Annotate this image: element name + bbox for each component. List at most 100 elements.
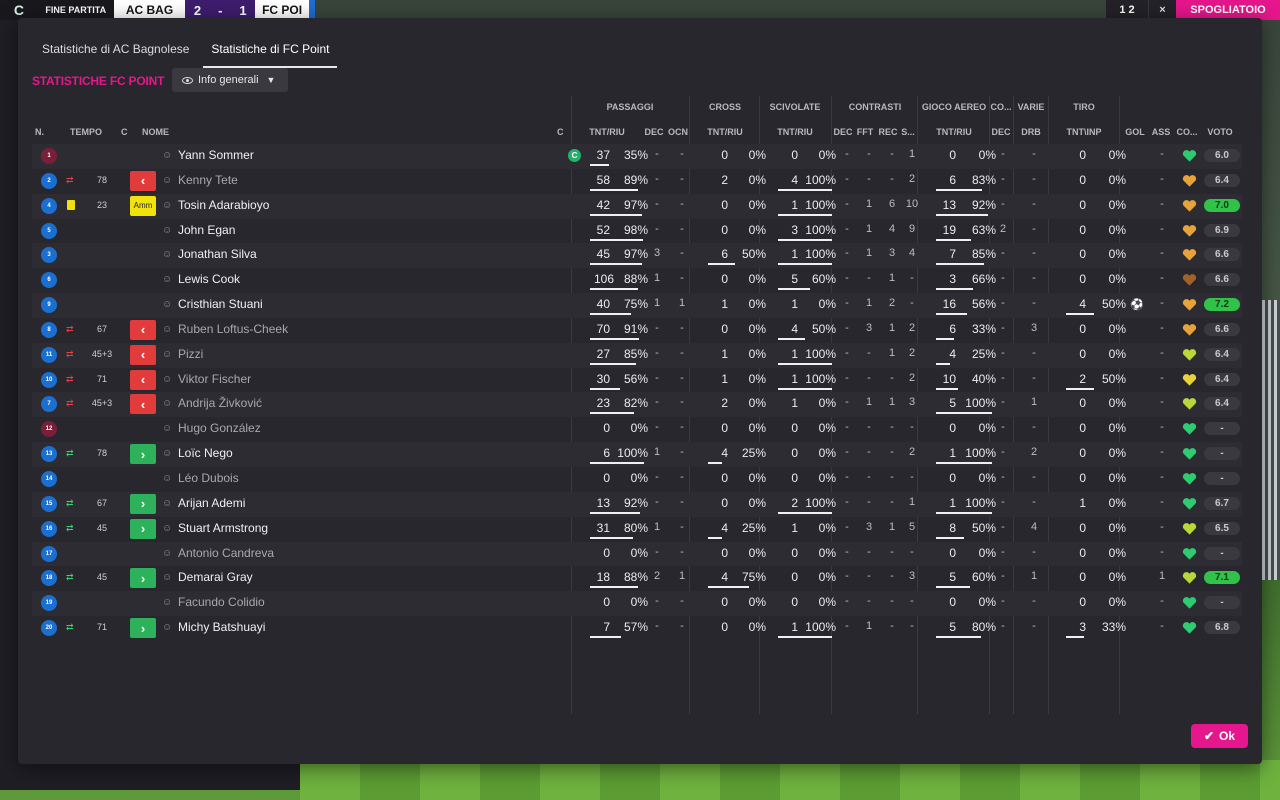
table-row[interactable]: 6 ☺ Lewis Cook 106 88% 1-0 0% 5 60% - -1-3 66% - -0 0%… [32,268,1242,293]
sub-in-chevron-icon[interactable]: › [130,493,156,514]
player-name[interactable]: Stuart Armstrong [178,521,268,535]
player-name[interactable]: Hugo González [178,421,261,435]
col-con-dec[interactable]: DEC [832,127,854,137]
col-number[interactable]: N. [35,127,44,137]
col-gol[interactable]: GOL [1122,127,1148,137]
person-icon: ☺ [162,249,173,261]
col-voto[interactable]: VOTO [1200,127,1240,137]
aerial-attempts: 8 [949,520,956,535]
col-time[interactable]: TEMPO [70,127,102,137]
tab-home-stats[interactable]: Statistiche di AC Bagnolese [34,40,197,68]
col-c[interactable]: C [121,127,128,137]
table-row[interactable]: 8 ⇄ 67 ‹ ☺ Ruben Loftus-Cheek 70 91% - -0 0% 4 50% -3… [32,318,1242,343]
player-name[interactable]: Facundo Colidio [178,595,265,609]
con-rec: - [890,148,894,160]
close-icon[interactable]: × [1148,0,1176,20]
table-row[interactable]: 15 ⇄ 67 › ☺ Arijan Ademi 13 92% - -0 0% 2 100% - - -1 1 1… [32,491,1242,517]
table-row[interactable]: 2 ⇄ 78 ‹ ☺ Kenny Tete 58 89% - -2 0% 4 100% - - -2 6 83% -… [32,169,1242,194]
col-drb[interactable]: DRB [1013,127,1049,137]
player-name[interactable]: Pizzi [178,347,203,361]
table-row[interactable]: 20 ⇄ 71 › ☺ Michy Batshuayi 7 57% - -0 0% 1 100% -1- -… [32,616,1242,641]
yellow-card-icon [67,199,75,210]
table-row[interactable]: 12 ☺ Hugo González 0 0% - -0 0% 0 0% - - - -0 0% - -0 0% -… [32,417,1242,442]
player-name[interactable]: Lewis Cook [178,272,240,286]
table-row[interactable]: 19 ☺ Facundo Colidio 0 0% - -0 0% 0 0% - - - -0 0% - -0 0… [32,591,1242,617]
col-co-dec[interactable]: DEC [989,127,1013,137]
player-name[interactable]: Viktor Fischer [178,372,251,386]
table-row[interactable]: 9 ☺ Cristhian Stuani 40 75% 1 1 1 0% 1 0% -1 2-16 56%… [32,293,1242,318]
shots-attempts: 0 [1079,172,1086,187]
shirt-icon: 6 [41,272,57,289]
table-row[interactable]: 11 ⇄ 45+3 ‹ ☺ Pizzi 27 85% - -1 0% 1 100% - -1 2 4 25% - -0… [32,342,1242,368]
sub-in-icon: ⇄ [66,522,73,533]
col-aereo-tnt[interactable]: TNT/RIU [926,127,982,137]
sub-out-chevron-icon[interactable]: ‹ [130,344,156,365]
aerial-pct: 33% [971,321,996,336]
group-cross: CROSS [708,102,741,112]
table-row[interactable]: 5 ☺ John Egan 52 98% - -0 0% 3 100% -1 4 9 19 63% 2-0 0%… [32,219,1242,244]
col-cond[interactable]: CO... [1173,127,1201,137]
player-name[interactable]: Yann Sommer [178,148,254,162]
col-name[interactable]: NOME [142,127,169,137]
table-row[interactable]: 7 ⇄ 45+3 ‹ ☺ Andrija Živković 23 82% - -2 0% 1 0% -1 1… [32,392,1242,418]
col-con-s[interactable]: S... [898,127,918,137]
table-row[interactable]: 17 ☺ Antonio Candreva 0 0% - -0 0% 0 0% - - - -0 0% - -0… [32,541,1242,567]
player-name[interactable]: Andrija Živković [178,396,262,410]
tab-away-stats[interactable]: Statistiche di FC Point [203,40,338,68]
tackles-bar [778,636,832,639]
col-c2[interactable]: C [557,127,564,137]
sub-in-chevron-icon[interactable]: › [130,618,156,639]
con-rec: 1 [888,272,896,285]
table-row[interactable]: 13 ⇄ 78 › ☺ Loïc Nego 6 100% 1-4 25% 0 0% - - -2 1 100% -… [32,442,1242,467]
table-row[interactable]: 18 ⇄ 45 › ☺ Demarai Gray 18 88% 2 1 4 75% 0 0% - - -3 5 60… [32,566,1242,591]
aerial-attempts: 0 [949,545,956,560]
dressing-room-button[interactable]: SPOGLIATOIO [1176,0,1280,20]
counter-button[interactable]: 1 2 [1106,0,1148,20]
col-pass-dec[interactable]: DEC [643,127,665,137]
sub-in-chevron-icon[interactable]: › [130,568,156,589]
player-name[interactable]: Kenny Tete [178,173,238,187]
sub-out-chevron-icon[interactable]: ‹ [130,170,156,191]
col-pass-tnt[interactable]: TNT/RIU [580,127,634,137]
table-row[interactable]: 4 23 Amm ☺ Tosin Adarabioyo 42 97% - -0 0% 1 100% -1… [32,193,1242,219]
player-name[interactable]: Jonathan Silva [178,247,257,261]
ok-button[interactable]: ✔ Ok [1191,724,1248,748]
col-sciv-tnt[interactable]: TNT/RIU [768,127,822,137]
pass-dec: 1 [653,446,661,459]
table-row[interactable]: 14 ☺ Léo Dubois 0 0% - -0 0% 0 0% - - - -0 0% - -0 0% - - [32,467,1242,492]
player-name[interactable]: Loïc Nego [178,446,233,460]
player-name[interactable]: Ruben Loftus-Cheek [178,322,288,336]
player-name[interactable]: Cristhian Stuani [178,297,263,311]
sub-in-chevron-icon[interactable]: › [130,444,156,465]
col-con-fft[interactable]: FFT [854,127,876,137]
player-name[interactable]: Léo Dubois [178,471,239,485]
event-time: 67 [96,497,107,508]
col-con-rec[interactable]: REC [877,127,899,137]
pass-dec: - [655,371,659,384]
table-row[interactable]: 1 ☺ Yann Sommer C 37 35% - -0 0% 0 0% - - -1 0 0% - -0 0% -… [32,144,1242,169]
condition-heart-icon [1182,422,1197,436]
player-name[interactable]: Demarai Gray [178,570,253,584]
player-name[interactable]: Arijan Ademi [178,496,245,510]
aerial-attempts: 19 [942,222,956,237]
con-dec: - [845,222,849,235]
sub-out-chevron-icon[interactable]: ‹ [130,394,156,415]
sub-in-chevron-icon[interactable]: › [130,518,156,539]
col-tiro-tnt[interactable]: TNT\INP [1056,127,1112,137]
condition-heart-icon [1182,547,1197,561]
col-ass[interactable]: ASS [1148,127,1174,137]
player-name[interactable]: John Egan [178,223,235,237]
table-row[interactable]: 10 ⇄ 71 ‹ ☺ Viktor Fischer 30 56% - -1 0% 1 100% - - -2… [32,368,1242,393]
passes-attempts: 70 [596,321,610,336]
col-pass-ocn[interactable]: OCN [666,127,690,137]
player-name[interactable]: Tosin Adarabioyo [178,198,269,212]
player-name[interactable]: Antonio Candreva [178,546,274,560]
view-dropdown[interactable]: Info generali ▼ [172,68,288,92]
table-row[interactable]: 3 ☺ Jonathan Silva 45 97% 3-6 50% 1 100% -1 3 4 7 85%… [32,243,1242,269]
table-row[interactable]: 16 ⇄ 45 › ☺ Stuart Armstrong 31 80% 1-4 25% 1 0% -3 1… [32,517,1242,542]
col-cross-tnt[interactable]: TNT/RIU [698,127,752,137]
sub-out-chevron-icon[interactable]: ‹ [130,319,156,340]
sub-in-icon: ⇄ [66,448,73,459]
player-name[interactable]: Michy Batshuayi [178,620,265,634]
sub-out-chevron-icon[interactable]: ‹ [130,369,156,390]
